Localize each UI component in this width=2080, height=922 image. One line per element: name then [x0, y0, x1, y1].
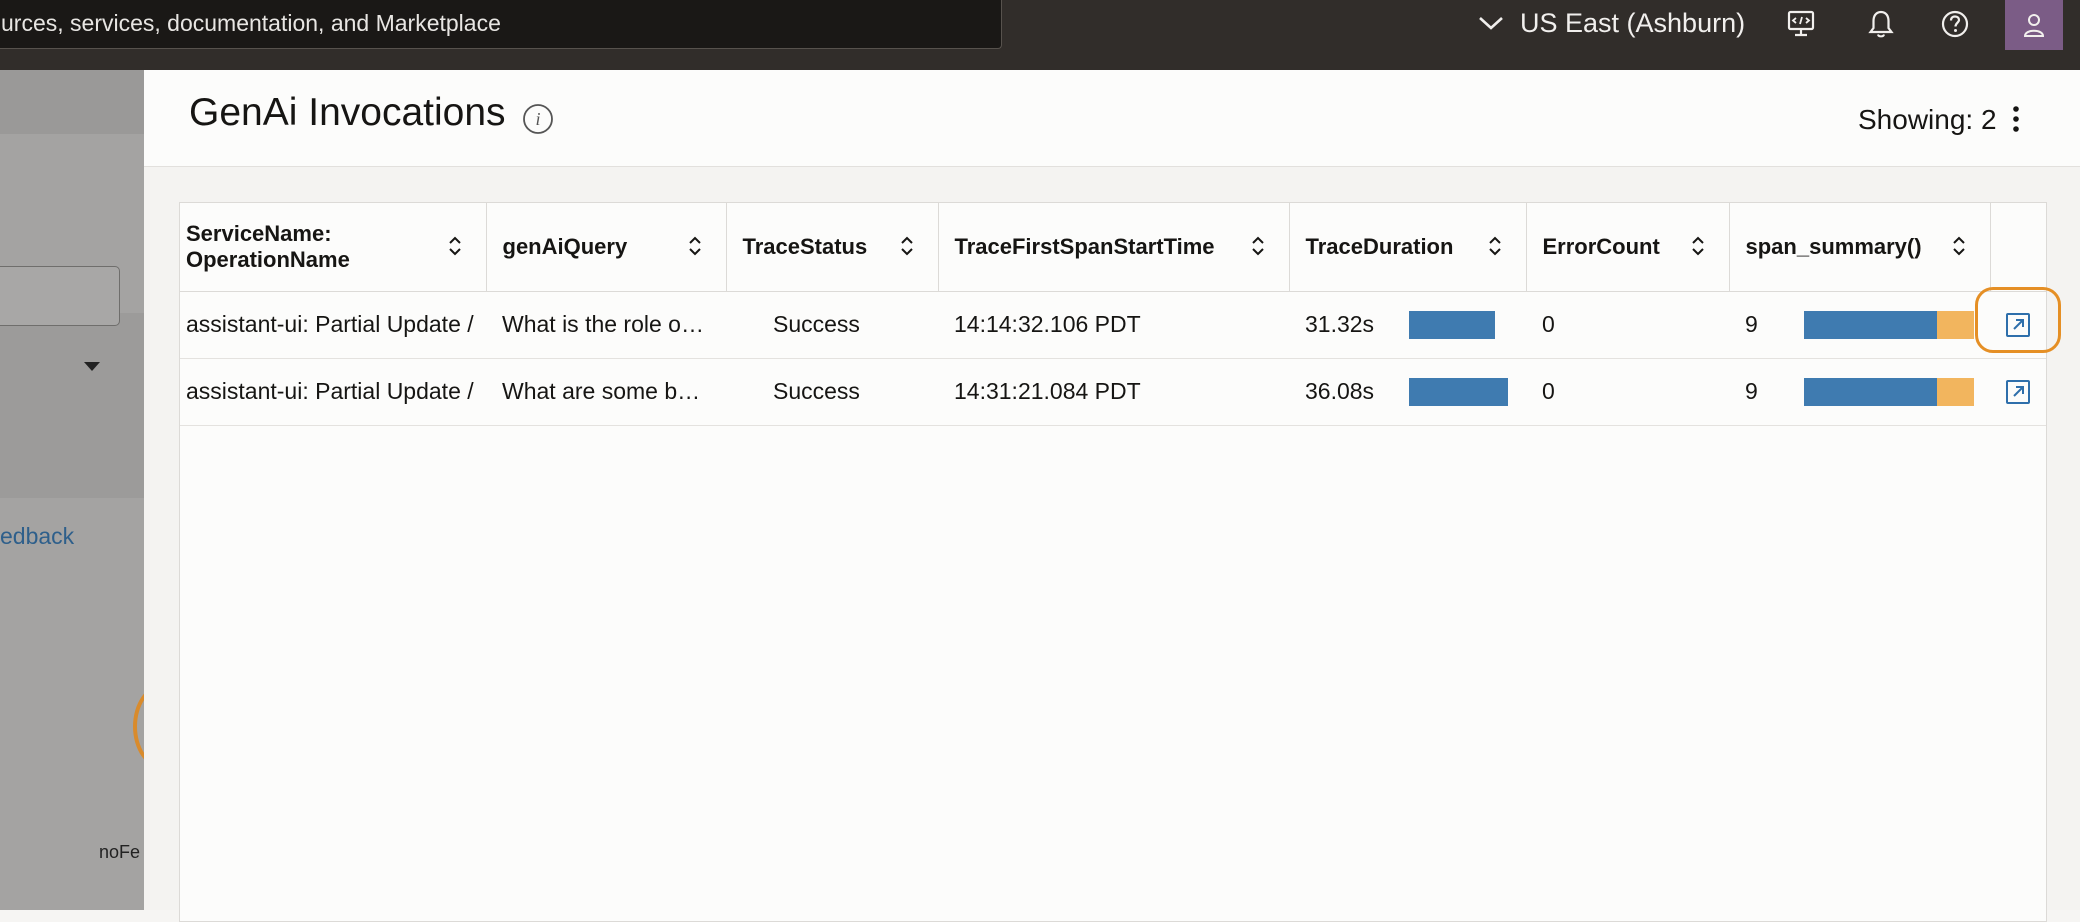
duration-bar	[1409, 377, 1508, 406]
global-search-input[interactable]: urces, services, documentation, and Mark…	[0, 0, 1002, 49]
table-row[interactable]: assistant-ui: Partial Update / What is t…	[180, 291, 2046, 359]
span-segment-blue	[1804, 310, 1937, 339]
cell-query: What is the role of…	[486, 291, 726, 359]
sort-icon[interactable]	[688, 235, 702, 257]
span-summary-bar	[1804, 377, 1974, 406]
column-header-label: span_summary()	[1745, 233, 1922, 259]
column-header-label: ServiceName: OperationName	[186, 220, 350, 272]
span-count: 9	[1745, 378, 1758, 404]
panel-title: GenAi Invocations	[189, 91, 506, 134]
span-segment-orange	[1937, 377, 1974, 406]
cell-duration: 36.08s	[1289, 358, 1526, 426]
cell-start-time: 14:31:21.084 PDT	[938, 358, 1289, 426]
cell-span-summary: 9	[1729, 291, 1990, 359]
column-header-span-summary[interactable]: span_summary()	[1729, 203, 1991, 292]
sort-icon[interactable]	[448, 235, 462, 257]
cell-duration: 31.32s	[1289, 291, 1526, 359]
span-count: 9	[1745, 311, 1758, 337]
user-icon	[2023, 14, 2045, 37]
cell-status: Success	[726, 358, 938, 426]
column-header-service[interactable]: ServiceName: OperationName	[180, 203, 487, 292]
svg-text:i: i	[535, 109, 540, 129]
search-input-text: urces, services, documentation, and Mark…	[1, 10, 501, 36]
cell-start-time: 14:14:32.106 PDT	[938, 291, 1289, 359]
cell-error-count: 0	[1526, 358, 1729, 426]
column-header-error-count[interactable]: ErrorCount	[1526, 203, 1730, 292]
column-header-label: TraceStatus	[742, 233, 868, 259]
cell-service: assistant-ui: Partial Update /	[180, 291, 486, 359]
feedback-link: edback	[0, 523, 75, 549]
caret-down-icon	[84, 362, 100, 371]
column-header-label: TraceDuration	[1305, 233, 1454, 259]
info-icon[interactable]: i	[522, 103, 554, 135]
cloud-shell-icon[interactable]	[1783, 6, 1819, 42]
table-row[interactable]: assistant-ui: Partial Update / What are …	[180, 358, 2046, 426]
table-header-row: ServiceName: OperationName genAiQuery Tr…	[180, 203, 2046, 292]
duration-bar	[1409, 310, 1495, 339]
cell-error-count: 0	[1526, 291, 1729, 359]
region-selector[interactable]: US East (Ashburn)	[1478, 6, 1745, 40]
kebab-menu-icon[interactable]	[2010, 106, 2022, 132]
external-link-icon	[2006, 379, 2030, 404]
cell-actions	[1990, 358, 2046, 426]
sort-icon[interactable]	[1488, 235, 1502, 257]
bell-icon[interactable]	[1863, 6, 1899, 42]
chevron-down-icon	[1479, 17, 1503, 30]
span-segment-orange	[1937, 310, 1974, 339]
span-summary-bar	[1804, 310, 1974, 339]
background-dropdown	[0, 266, 120, 326]
background-label: noFe	[99, 842, 141, 862]
background-band	[0, 313, 144, 498]
duration-value: 31.32s	[1305, 311, 1375, 337]
background-page-overlay: edback noFe	[0, 70, 193, 910]
sort-icon[interactable]	[900, 235, 914, 257]
column-header-status[interactable]: TraceStatus	[726, 203, 939, 292]
cell-status: Success	[726, 291, 938, 359]
result-count: Showing: 2	[1858, 104, 1997, 135]
query-text: What are some be…	[502, 378, 710, 404]
column-header-start-time[interactable]: TraceFirstSpanStartTime	[938, 203, 1290, 292]
focus-highlight	[1975, 287, 2061, 353]
help-icon[interactable]	[1937, 6, 1973, 42]
panel-header: GenAi Invocations i Showing: 2	[144, 70, 2080, 167]
column-header-query[interactable]: genAiQuery	[486, 203, 727, 292]
span-segment-blue	[1804, 377, 1937, 406]
sort-icon[interactable]	[1691, 235, 1705, 257]
user-avatar[interactable]	[2005, 0, 2063, 50]
sort-icon[interactable]	[1251, 235, 1265, 257]
top-navigation-bar: urces, services, documentation, and Mark…	[0, 0, 2080, 70]
cell-span-summary: 9	[1729, 358, 1990, 426]
column-header-label: genAiQuery	[502, 233, 628, 259]
invocations-table: ServiceName: OperationName genAiQuery Tr…	[179, 202, 2047, 922]
column-header-duration[interactable]: TraceDuration	[1289, 203, 1527, 292]
column-header-actions	[1990, 203, 2046, 292]
column-header-label: ErrorCount	[1542, 233, 1660, 259]
genai-invocations-panel: GenAi Invocations i Showing: 2 ServiceNa…	[144, 70, 2080, 922]
background-header-strip	[0, 70, 144, 134]
sort-icon[interactable]	[1952, 235, 1966, 257]
query-text: What is the role of…	[502, 311, 710, 337]
cell-service: assistant-ui: Partial Update /	[180, 358, 486, 426]
duration-value: 36.08s	[1305, 378, 1375, 404]
column-header-label: TraceFirstSpanStartTime	[954, 233, 1215, 259]
cell-query: What are some be…	[486, 358, 726, 426]
open-trace-button[interactable]	[1990, 379, 2046, 405]
region-label: US East (Ashburn)	[1520, 7, 1746, 38]
